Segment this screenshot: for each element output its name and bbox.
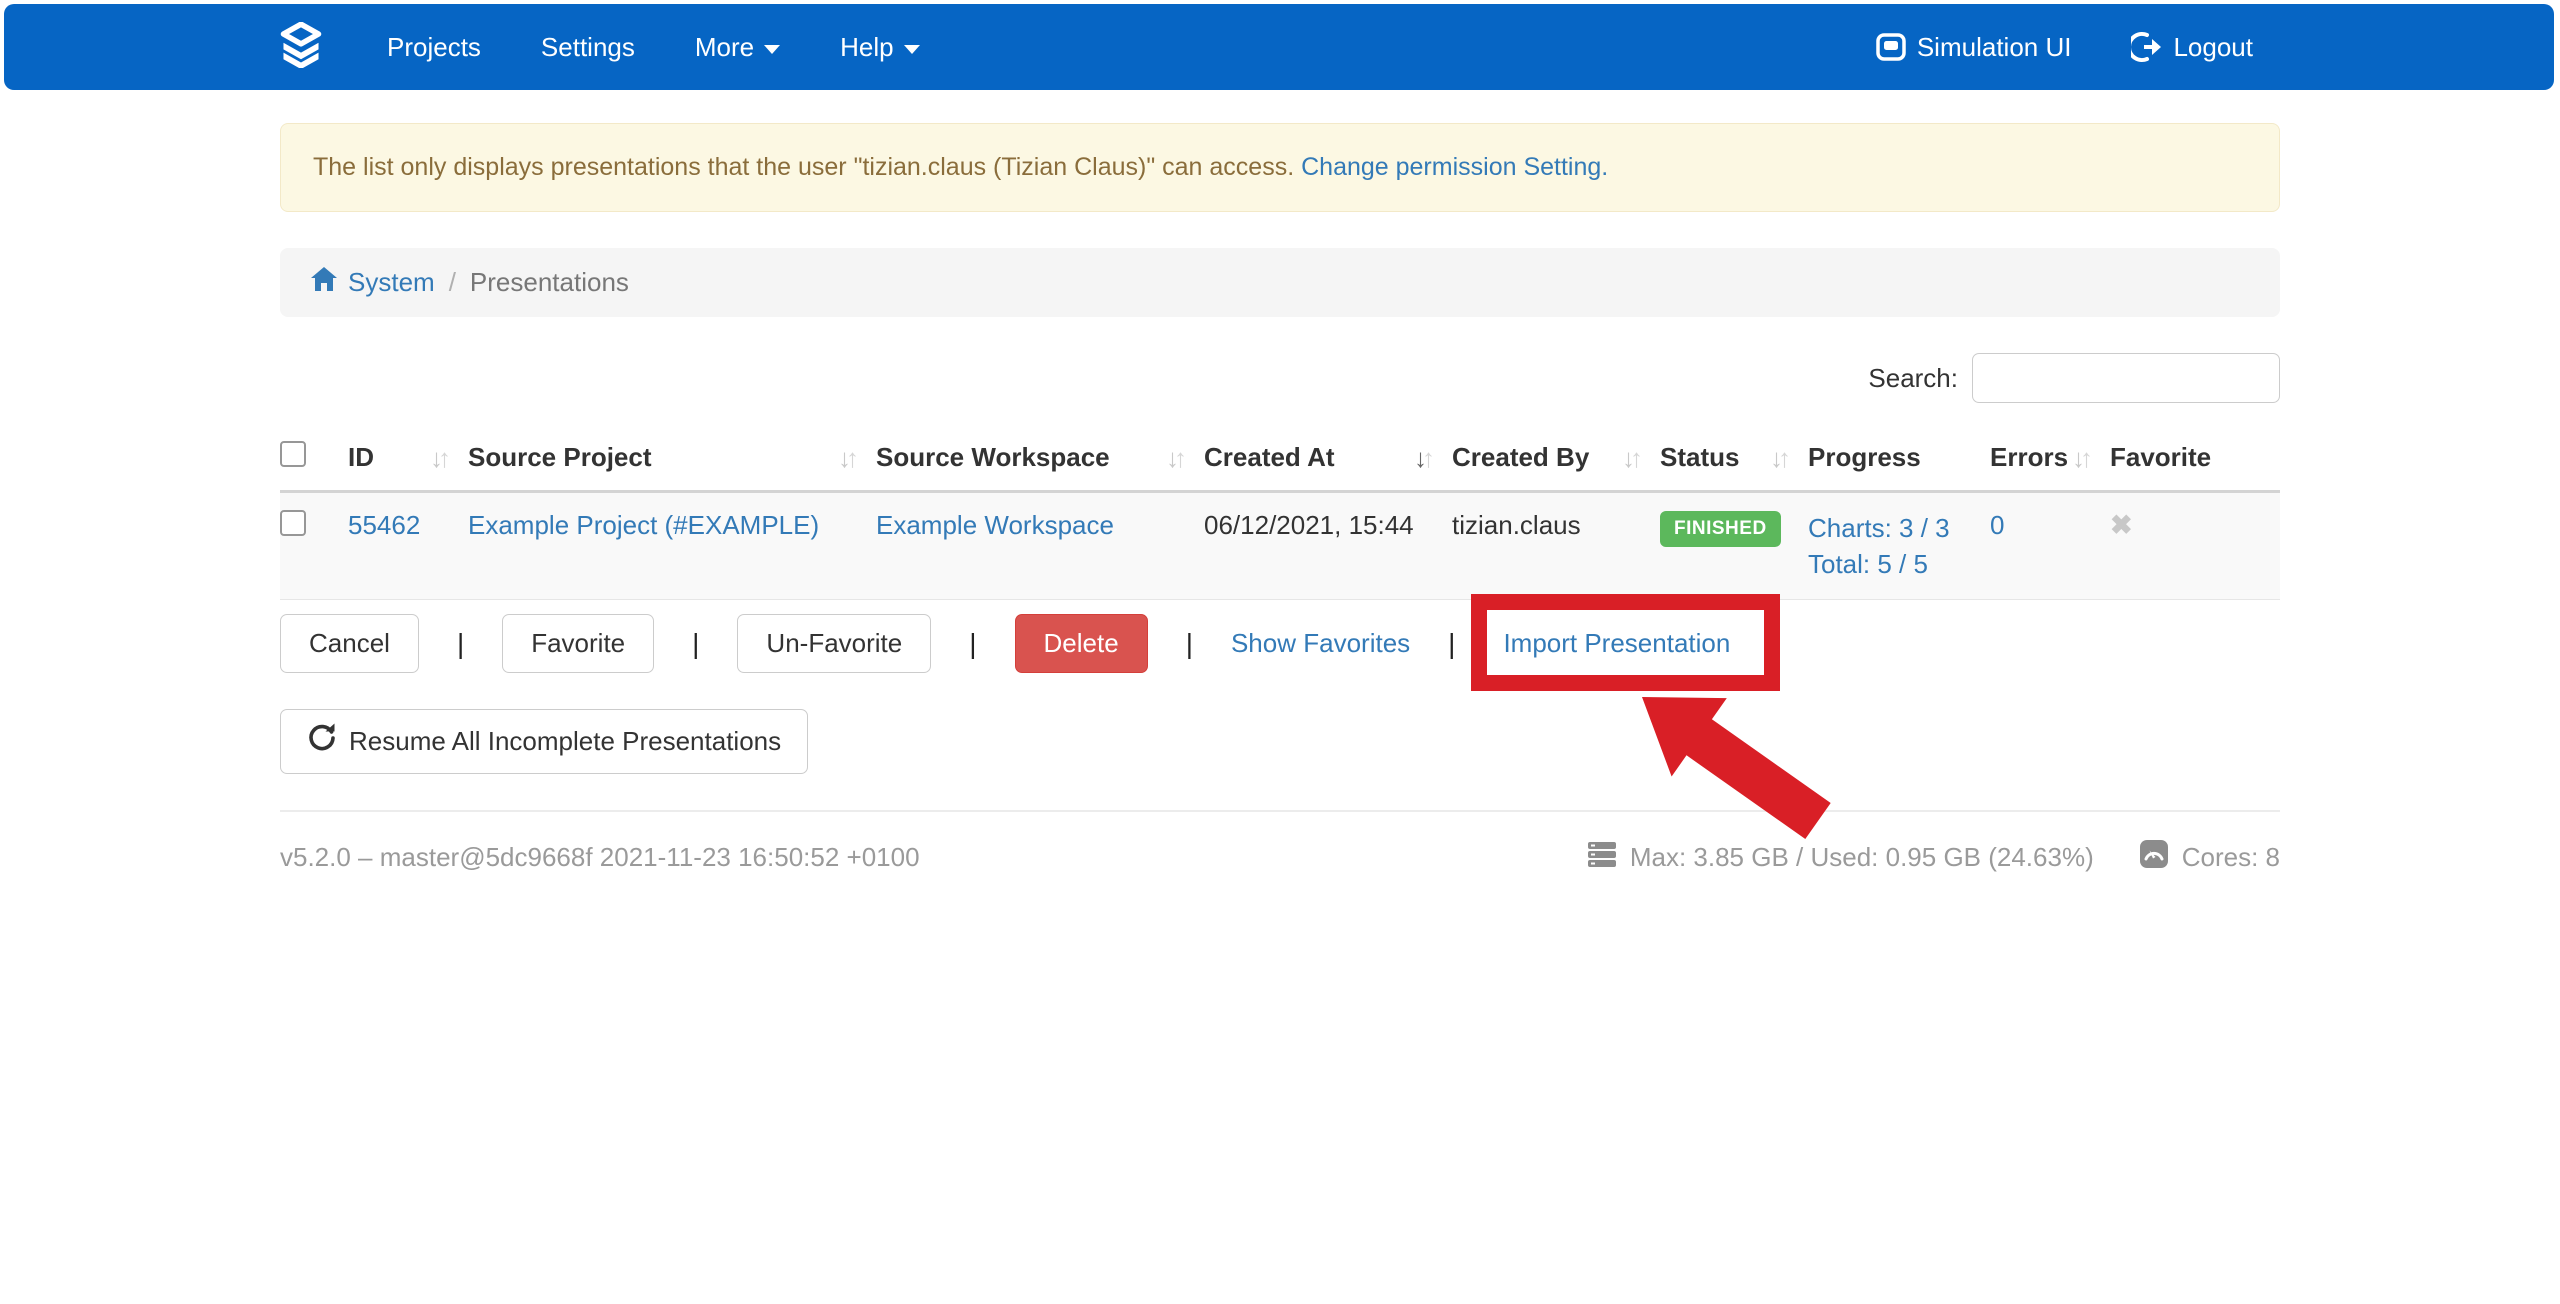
- row-created-at: 06/12/2021, 15:44: [1204, 510, 1414, 540]
- cores-status: Cores: 8: [2138, 838, 2280, 877]
- sort-desc-active-icon[interactable]: ↓↑: [1414, 445, 1430, 471]
- import-presentation-wrap: Import Presentation: [1493, 628, 1740, 659]
- cancel-button[interactable]: Cancel: [280, 614, 419, 673]
- search-row: Search:: [280, 353, 2280, 403]
- navbar-inner: Projects Settings More Help Simulation U…: [279, 4, 2279, 90]
- column-header-progress: Progress: [1808, 442, 1921, 473]
- nav-settings[interactable]: Settings: [511, 4, 665, 90]
- nav-logout-label: Logout: [2173, 32, 2253, 63]
- separator: |: [969, 628, 976, 660]
- status-badge: FINISHED: [1660, 511, 1781, 547]
- memory-status-text: Max: 3.85 GB / Used: 0.95 GB (24.63%): [1630, 842, 2094, 873]
- refresh-icon: [307, 723, 337, 760]
- resume-all-button[interactable]: Resume All Incomplete Presentations: [280, 709, 808, 774]
- sort-icon[interactable]: ↓↑: [1166, 445, 1182, 471]
- nav-projects-label: Projects: [387, 32, 481, 63]
- row-id-link[interactable]: 55462: [348, 510, 420, 540]
- layers-logo-icon: [279, 22, 323, 73]
- app-window-icon: [1875, 31, 1907, 63]
- version-text: v5.2.0 – master@5dc9668f 2021-11-23 16:5…: [280, 842, 920, 873]
- favorite-button[interactable]: Favorite: [502, 614, 654, 673]
- separator: |: [457, 628, 464, 660]
- resume-all-label: Resume All Incomplete Presentations: [349, 726, 781, 757]
- show-favorites-link[interactable]: Show Favorites: [1231, 628, 1410, 659]
- sort-icon[interactable]: ↓↑: [1622, 445, 1638, 471]
- sort-icon[interactable]: ↓↑: [430, 445, 446, 471]
- server-memory-icon: [1586, 838, 1618, 877]
- breadcrumb-separator: /: [449, 267, 456, 298]
- footer-right: Max: 3.85 GB / Used: 0.95 GB (24.63%) Co…: [1586, 838, 2280, 877]
- column-header-favorite: Favorite: [2110, 442, 2211, 473]
- column-header-created-by[interactable]: Created By: [1452, 442, 1589, 473]
- row-checkbox[interactable]: [280, 510, 306, 536]
- main-content: The list only displays presentations tha…: [280, 123, 2280, 877]
- column-header-source-project[interactable]: Source Project: [468, 442, 652, 473]
- app-logo[interactable]: [279, 22, 323, 73]
- unfavorite-button[interactable]: Un-Favorite: [737, 614, 931, 673]
- breadcrumb: System / Presentations: [280, 248, 2280, 317]
- sort-icon[interactable]: ↓↑: [838, 445, 854, 471]
- column-header-id[interactable]: ID: [348, 442, 374, 473]
- footer-divider: [280, 810, 2280, 812]
- nav-help-label: Help: [840, 32, 893, 63]
- not-favorite-x-icon[interactable]: ✖: [2110, 510, 2133, 540]
- column-header-status[interactable]: Status: [1660, 442, 1739, 473]
- search-input[interactable]: [1972, 353, 2280, 403]
- row-progress-total-link[interactable]: Total: 5 / 5: [1808, 549, 1928, 579]
- navbar: Projects Settings More Help Simulation U…: [4, 4, 2554, 90]
- separator: |: [1448, 628, 1455, 660]
- chevron-down-icon: [904, 45, 920, 54]
- nav-help[interactable]: Help: [810, 4, 949, 90]
- column-header-created-at[interactable]: Created At: [1204, 442, 1335, 473]
- column-header-errors[interactable]: Errors: [1990, 442, 2068, 473]
- gauge-icon: [2138, 838, 2170, 877]
- nav-settings-label: Settings: [541, 32, 635, 63]
- nav-logout[interactable]: Logout: [2131, 31, 2253, 63]
- search-label: Search:: [1868, 363, 1958, 394]
- table-header-row: ID ↓↑ Source Project ↓↑ Source Workspace ↓↑…: [280, 429, 2280, 492]
- resume-row: Resume All Incomplete Presentations: [280, 709, 2280, 774]
- memory-status: Max: 3.85 GB / Used: 0.95 GB (24.63%): [1586, 838, 2094, 877]
- row-source-workspace-link[interactable]: Example Workspace: [876, 510, 1114, 540]
- nav-more[interactable]: More: [665, 4, 810, 90]
- sort-icon[interactable]: ↓↑: [1770, 445, 1786, 471]
- row-progress-charts-link[interactable]: Charts: 3 / 3: [1808, 513, 1950, 543]
- permission-alert: The list only displays presentations tha…: [280, 123, 2280, 212]
- breadcrumb-current: Presentations: [470, 267, 629, 298]
- row-source-project-link[interactable]: Example Project (#EXAMPLE): [468, 510, 819, 540]
- sort-icon[interactable]: ↓↑: [2072, 445, 2088, 471]
- delete-button[interactable]: Delete: [1015, 614, 1148, 673]
- column-header-source-workspace[interactable]: Source Workspace: [876, 442, 1110, 473]
- select-all-checkbox[interactable]: [280, 441, 306, 467]
- actions-toolbar: Cancel | Favorite | Un-Favorite | Delete…: [280, 614, 2280, 673]
- table-row: 55462 Example Project (#EXAMPLE) Example…: [280, 492, 2280, 600]
- row-created-by: tizian.claus: [1452, 510, 1581, 540]
- breadcrumb-system[interactable]: System: [310, 266, 435, 299]
- footer: v5.2.0 – master@5dc9668f 2021-11-23 16:5…: [280, 838, 2280, 877]
- change-permission-link[interactable]: Change permission Setting.: [1301, 153, 1608, 181]
- presentations-table: ID ↓↑ Source Project ↓↑ Source Workspace ↓↑…: [280, 429, 2280, 600]
- home-icon: [310, 266, 338, 299]
- nav-projects[interactable]: Projects: [357, 4, 511, 90]
- navbar-menu: Projects Settings More Help: [357, 4, 950, 90]
- separator: |: [1186, 628, 1193, 660]
- chevron-down-icon: [764, 45, 780, 54]
- nav-simulation-ui-label: Simulation UI: [1917, 32, 2072, 63]
- logout-icon: [2131, 31, 2163, 63]
- breadcrumb-system-label: System: [348, 267, 435, 298]
- row-errors-link[interactable]: 0: [1990, 510, 2004, 540]
- navbar-right: Simulation UI Logout: [1875, 31, 2279, 63]
- nav-simulation-ui[interactable]: Simulation UI: [1875, 31, 2072, 63]
- cores-status-text: Cores: 8: [2182, 842, 2280, 873]
- import-presentation-link[interactable]: Import Presentation: [1503, 628, 1730, 658]
- separator: |: [692, 628, 699, 660]
- permission-alert-text: The list only displays presentations tha…: [313, 153, 1301, 181]
- nav-more-label: More: [695, 32, 754, 63]
